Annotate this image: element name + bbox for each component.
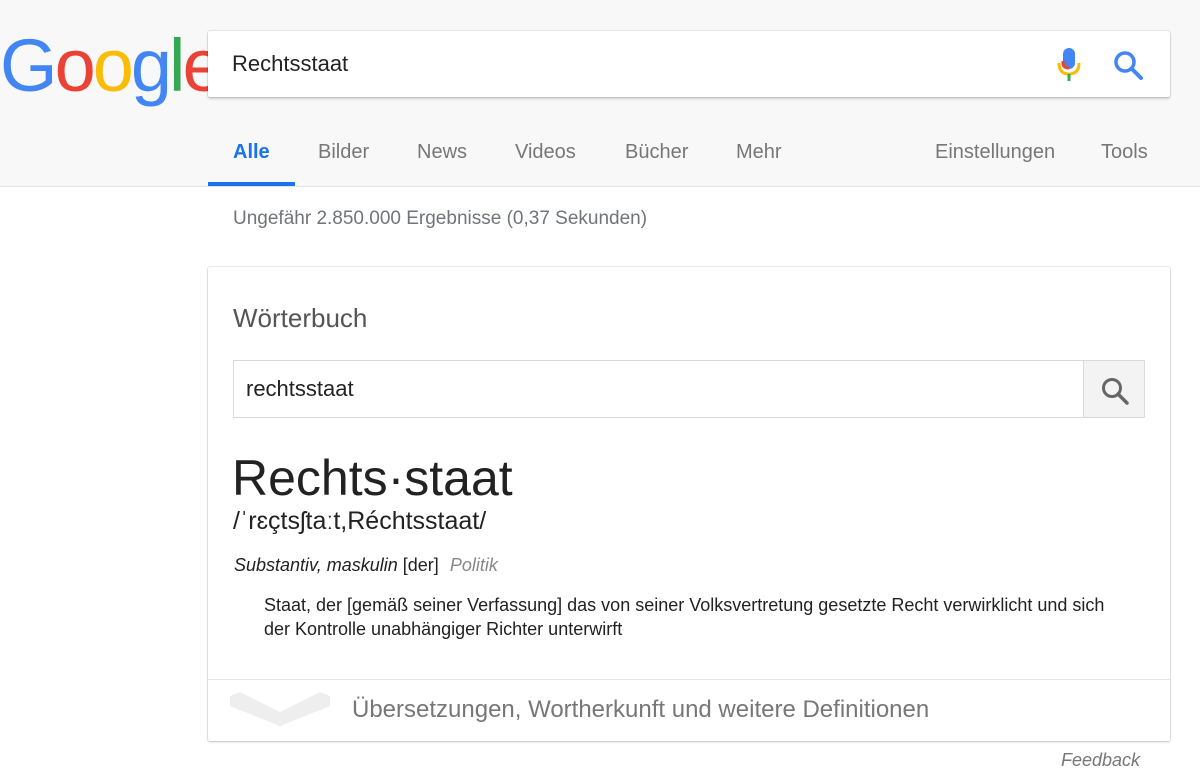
tab-einstellungen[interactable]: Einstellungen [935, 138, 1055, 186]
subject-domain: Politik [449, 555, 498, 575]
dictionary-search-button[interactable] [1083, 360, 1145, 418]
more-definitions-label: Übersetzungen, Wortherkunft und weitere … [352, 696, 930, 723]
part-of-speech: Substantiv, maskulin [234, 555, 398, 575]
google-logo[interactable]: Google [0, 24, 224, 107]
logo-letter-4: g [130, 24, 172, 107]
dictionary-title: Wörterbuch [233, 303, 368, 333]
tab-mehr[interactable]: Mehr [736, 138, 782, 186]
search-input[interactable] [232, 45, 1032, 83]
tab-videos[interactable]: Videos [515, 138, 576, 186]
logo-letter-5: l [169, 24, 186, 107]
logo-letter-3: o [92, 24, 134, 107]
logo-letter-1: G [0, 24, 58, 107]
search-bar [208, 31, 1170, 97]
grammar-info: Substantiv, maskulin [der] Politik [234, 555, 498, 576]
tab-bilder[interactable]: Bilder [318, 138, 369, 186]
article: [der] [402, 555, 439, 575]
headword: Rechts·staat [232, 450, 513, 506]
dictionary-card: Wörterbuch Rechts·staat /ˈrɛçtsʃtaːt,Réc… [208, 267, 1170, 741]
microphone-icon[interactable] [1056, 47, 1082, 83]
search-icon[interactable] [1112, 49, 1144, 81]
result-stats: Ungefähr 2.850.000 Ergebnisse (0,37 Seku… [233, 208, 648, 229]
phonetic-transcription: /ˈrɛçtsʃtaːt,Réchtsstaat/ [233, 507, 487, 535]
dictionary-search-input[interactable] [246, 370, 1066, 408]
tab-buecher[interactable]: Bücher [625, 138, 688, 186]
header-bar: Google Alle Bilder News Videos Bücher Me… [0, 0, 1200, 187]
tab-alle[interactable]: Alle [208, 138, 295, 186]
tab-tools[interactable]: Tools [1101, 138, 1148, 186]
tab-news[interactable]: News [417, 138, 467, 186]
dictionary-search-box [233, 360, 1145, 418]
definition-text: Staat, der [gemäß seiner Verfassung] das… [264, 595, 1105, 639]
more-definitions-expander[interactable]: Übersetzungen, Wortherkunft und weitere … [208, 680, 1170, 741]
chevron-down-icon [230, 692, 330, 726]
feedback-link[interactable]: Feedback [1061, 750, 1140, 771]
search-icon [1102, 378, 1129, 405]
logo-letter-2: o [54, 24, 96, 107]
